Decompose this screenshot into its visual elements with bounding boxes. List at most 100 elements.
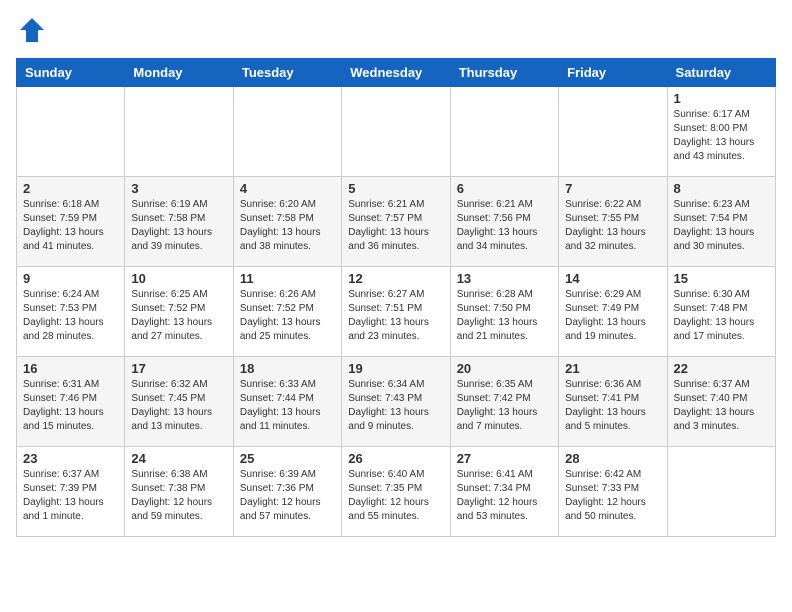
day-info: Sunrise: 6:41 AM Sunset: 7:34 PM Dayligh… <box>457 468 552 524</box>
calendar-day-cell: 12 Sunrise: 6:27 AM Sunset: 7:51 PM Dayli… <box>342 266 450 356</box>
calendar-day-cell: 4 Sunrise: 6:20 AM Sunset: 7:58 PM Daylig… <box>233 176 341 266</box>
day-info: Sunrise: 6:38 AM Sunset: 7:38 PM Dayligh… <box>131 468 226 524</box>
day-of-week-header: Friday <box>559 58 667 86</box>
calendar-day-cell: 8 Sunrise: 6:23 AM Sunset: 7:54 PM Daylig… <box>667 176 775 266</box>
calendar-day-cell: 2 Sunrise: 6:18 AM Sunset: 7:59 PM Daylig… <box>17 176 125 266</box>
calendar-week-row: 9 Sunrise: 6:24 AM Sunset: 7:53 PM Daylig… <box>17 266 776 356</box>
calendar-day-cell: 11Sunrise: 6:26 AM Sunset: 7:52 PM Dayli… <box>233 266 341 356</box>
calendar-day-cell: 9 Sunrise: 6:24 AM Sunset: 7:53 PM Daylig… <box>17 266 125 356</box>
calendar-day-cell: 16 Sunrise: 6:31 AM Sunset: 7:46 PM Dayli… <box>17 356 125 446</box>
day-number: 20 <box>457 361 552 376</box>
calendar-header-row: SundayMondayTuesdayWednesdayThursdayFrid… <box>17 58 776 86</box>
day-info: Sunrise: 6:23 AM Sunset: 7:54 PM Dayligh… <box>674 198 769 254</box>
day-number: 1 <box>674 91 769 106</box>
logo-icon <box>18 16 46 44</box>
day-info: Sunrise: 6:37 AM Sunset: 7:39 PM Dayligh… <box>23 468 118 524</box>
day-number: 27 <box>457 451 552 466</box>
calendar-day-cell <box>17 86 125 176</box>
calendar-day-cell: 24 Sunrise: 6:38 AM Sunset: 7:38 PM Dayli… <box>125 446 233 536</box>
day-info: Sunrise: 6:17 AM Sunset: 8:00 PM Dayligh… <box>674 108 769 164</box>
day-info: Sunrise: 6:27 AM Sunset: 7:51 PM Dayligh… <box>348 288 443 344</box>
day-of-week-header: Tuesday <box>233 58 341 86</box>
calendar-day-cell: 1 Sunrise: 6:17 AM Sunset: 8:00 PM Daylig… <box>667 86 775 176</box>
day-info: Sunrise: 6:34 AM Sunset: 7:43 PM Dayligh… <box>348 378 443 434</box>
day-info: Sunrise: 6:30 AM Sunset: 7:48 PM Dayligh… <box>674 288 769 344</box>
calendar-day-cell: 5 Sunrise: 6:21 AM Sunset: 7:57 PM Daylig… <box>342 176 450 266</box>
day-number: 18 <box>240 361 335 376</box>
calendar-day-cell <box>450 86 558 176</box>
calendar-day-cell: 22 Sunrise: 6:37 AM Sunset: 7:40 PM Dayli… <box>667 356 775 446</box>
day-info: Sunrise: 6:28 AM Sunset: 7:50 PM Dayligh… <box>457 288 552 344</box>
day-number: 6 <box>457 181 552 196</box>
calendar-day-cell: 6 Sunrise: 6:21 AM Sunset: 7:56 PM Daylig… <box>450 176 558 266</box>
calendar-day-cell: 20 Sunrise: 6:35 AM Sunset: 7:42 PM Dayli… <box>450 356 558 446</box>
calendar-day-cell: 19 Sunrise: 6:34 AM Sunset: 7:43 PM Dayli… <box>342 356 450 446</box>
day-info: Sunrise: 6:37 AM Sunset: 7:40 PM Dayligh… <box>674 378 769 434</box>
calendar-day-cell: 15 Sunrise: 6:30 AM Sunset: 7:48 PM Dayli… <box>667 266 775 356</box>
day-number: 10 <box>131 271 226 286</box>
day-number: 24 <box>131 451 226 466</box>
day-number: 8 <box>674 181 769 196</box>
day-number: 14 <box>565 271 660 286</box>
calendar-week-row: 23 Sunrise: 6:37 AM Sunset: 7:39 PM Dayli… <box>17 446 776 536</box>
calendar-day-cell: 7 Sunrise: 6:22 AM Sunset: 7:55 PM Daylig… <box>559 176 667 266</box>
day-info: Sunrise: 6:32 AM Sunset: 7:45 PM Dayligh… <box>131 378 226 434</box>
calendar-day-cell: 10Sunrise: 6:25 AM Sunset: 7:52 PM Dayli… <box>125 266 233 356</box>
day-info: Sunrise: 6:24 AM Sunset: 7:53 PM Dayligh… <box>23 288 118 344</box>
day-of-week-header: Thursday <box>450 58 558 86</box>
day-number: 15 <box>674 271 769 286</box>
logo <box>16 16 46 50</box>
day-number: 12 <box>348 271 443 286</box>
calendar-day-cell: 13 Sunrise: 6:28 AM Sunset: 7:50 PM Dayli… <box>450 266 558 356</box>
day-number: 22 <box>674 361 769 376</box>
calendar-day-cell: 17Sunrise: 6:32 AM Sunset: 7:45 PM Dayli… <box>125 356 233 446</box>
page-header <box>16 16 776 50</box>
calendar-day-cell: 27 Sunrise: 6:41 AM Sunset: 7:34 PM Dayli… <box>450 446 558 536</box>
day-of-week-header: Saturday <box>667 58 775 86</box>
calendar-day-cell <box>125 86 233 176</box>
calendar-day-cell: 25Sunrise: 6:39 AM Sunset: 7:36 PM Dayli… <box>233 446 341 536</box>
day-info: Sunrise: 6:36 AM Sunset: 7:41 PM Dayligh… <box>565 378 660 434</box>
day-number: 13 <box>457 271 552 286</box>
day-info: Sunrise: 6:42 AM Sunset: 7:33 PM Dayligh… <box>565 468 660 524</box>
calendar-day-cell: 3Sunrise: 6:19 AM Sunset: 7:58 PM Daylig… <box>125 176 233 266</box>
day-number: 19 <box>348 361 443 376</box>
calendar-week-row: 2 Sunrise: 6:18 AM Sunset: 7:59 PM Daylig… <box>17 176 776 266</box>
calendar-day-cell <box>342 86 450 176</box>
day-info: Sunrise: 6:22 AM Sunset: 7:55 PM Dayligh… <box>565 198 660 254</box>
calendar-day-cell <box>233 86 341 176</box>
day-number: 21 <box>565 361 660 376</box>
day-number: 23 <box>23 451 118 466</box>
day-number: 7 <box>565 181 660 196</box>
day-info: Sunrise: 6:35 AM Sunset: 7:42 PM Dayligh… <box>457 378 552 434</box>
day-number: 9 <box>23 271 118 286</box>
day-number: 25 <box>240 451 335 466</box>
day-number: 2 <box>23 181 118 196</box>
calendar-day-cell: 23 Sunrise: 6:37 AM Sunset: 7:39 PM Dayli… <box>17 446 125 536</box>
calendar-day-cell <box>559 86 667 176</box>
calendar-week-row: 1 Sunrise: 6:17 AM Sunset: 8:00 PM Daylig… <box>17 86 776 176</box>
calendar-day-cell: 14Sunrise: 6:29 AM Sunset: 7:49 PM Dayli… <box>559 266 667 356</box>
calendar-day-cell: 28 Sunrise: 6:42 AM Sunset: 7:33 PM Dayli… <box>559 446 667 536</box>
day-number: 28 <box>565 451 660 466</box>
day-info: Sunrise: 6:31 AM Sunset: 7:46 PM Dayligh… <box>23 378 118 434</box>
day-of-week-header: Monday <box>125 58 233 86</box>
day-info: Sunrise: 6:33 AM Sunset: 7:44 PM Dayligh… <box>240 378 335 434</box>
calendar-table: SundayMondayTuesdayWednesdayThursdayFrid… <box>16 58 776 537</box>
day-info: Sunrise: 6:20 AM Sunset: 7:58 PM Dayligh… <box>240 198 335 254</box>
calendar-day-cell: 21 Sunrise: 6:36 AM Sunset: 7:41 PM Dayli… <box>559 356 667 446</box>
day-number: 4 <box>240 181 335 196</box>
calendar-week-row: 16 Sunrise: 6:31 AM Sunset: 7:46 PM Dayli… <box>17 356 776 446</box>
day-of-week-header: Sunday <box>17 58 125 86</box>
day-number: 26 <box>348 451 443 466</box>
day-info: Sunrise: 6:21 AM Sunset: 7:56 PM Dayligh… <box>457 198 552 254</box>
calendar-day-cell: 18 Sunrise: 6:33 AM Sunset: 7:44 PM Dayli… <box>233 356 341 446</box>
day-number: 11 <box>240 271 335 286</box>
day-number: 5 <box>348 181 443 196</box>
day-info: Sunrise: 6:21 AM Sunset: 7:57 PM Dayligh… <box>348 198 443 254</box>
day-of-week-header: Wednesday <box>342 58 450 86</box>
day-info: Sunrise: 6:19 AM Sunset: 7:58 PM Dayligh… <box>131 198 226 254</box>
day-number: 16 <box>23 361 118 376</box>
day-info: Sunrise: 6:18 AM Sunset: 7:59 PM Dayligh… <box>23 198 118 254</box>
day-info: Sunrise: 6:40 AM Sunset: 7:35 PM Dayligh… <box>348 468 443 524</box>
